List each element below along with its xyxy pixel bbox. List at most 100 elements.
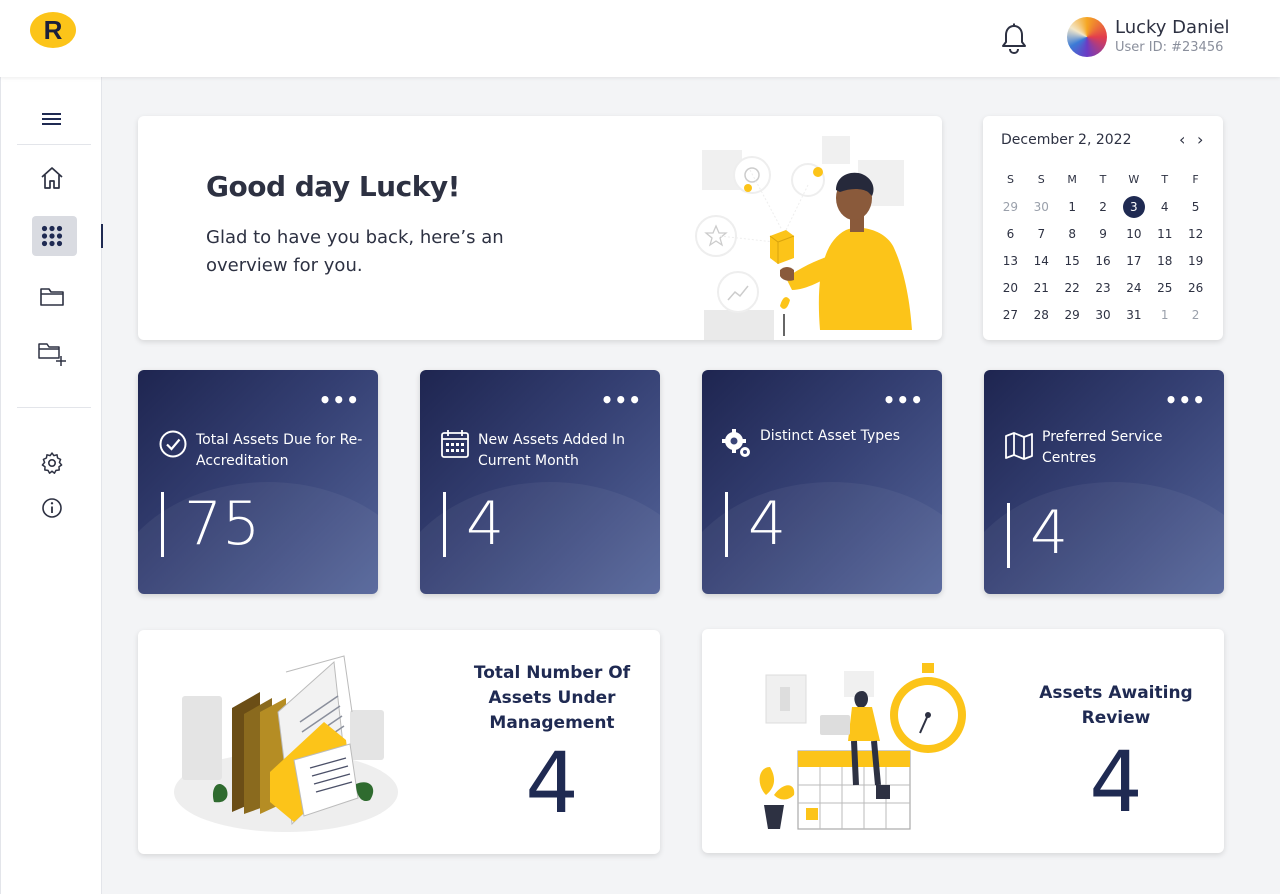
- calendar-day[interactable]: 24: [1118, 281, 1149, 295]
- calendar-day[interactable]: 12: [1180, 227, 1211, 241]
- card-background-shape: [702, 482, 942, 594]
- calendar-day[interactable]: 2: [1088, 200, 1119, 214]
- calendar-week: 27 28 29 30 31 1 2: [995, 301, 1211, 328]
- user-name[interactable]: Lucky Daniel: [1115, 17, 1230, 38]
- calendar-week: 13 14 15 16 17 18 19: [995, 247, 1211, 274]
- info-icon: [42, 498, 62, 518]
- calendar-next-button[interactable]: ›: [1197, 130, 1203, 149]
- calendar-day[interactable]: 22: [1057, 281, 1088, 295]
- calendar-day[interactable]: 30: [1088, 308, 1119, 322]
- gears-icon: [722, 429, 750, 457]
- calendar-day-number: 4: [1160, 199, 1169, 214]
- calendar-week: 29 30 1 2 3 4 5: [995, 193, 1211, 220]
- sidebar-item-dashboard[interactable]: [32, 216, 77, 256]
- weekday-label: M: [1067, 173, 1077, 186]
- sidebar-item-settings[interactable]: [1, 450, 103, 476]
- calendar-day[interactable]: 23: [1088, 281, 1119, 295]
- calendar-day[interactable]: 6: [995, 227, 1026, 241]
- calendar-day[interactable]: 2: [1180, 308, 1211, 322]
- calendar-day-number: 31: [1126, 307, 1142, 322]
- stat-divider: [1007, 503, 1010, 568]
- assets-awaiting-card: Assets Awaiting Review 4: [702, 629, 1224, 853]
- calendar-day[interactable]: 27: [995, 308, 1026, 322]
- calendar-day[interactable]: 16: [1088, 254, 1119, 268]
- calendar-day[interactable]: 29: [1057, 308, 1088, 322]
- more-options-icon[interactable]: •••: [1165, 388, 1206, 412]
- stat-card[interactable]: ••• Preferred Service Centres 4: [984, 370, 1224, 594]
- calendar-day-number: 25: [1157, 280, 1173, 295]
- stat-card[interactable]: ••• New Assets Added In Current Month 4: [420, 370, 660, 594]
- weekday-label: S: [1037, 173, 1045, 186]
- stat-label: New Assets Added In Current Month: [478, 432, 626, 469]
- calendar-day[interactable]: 13: [995, 254, 1026, 268]
- folder-icon: [40, 288, 64, 306]
- calendar-day-number: 2: [1099, 199, 1107, 214]
- sidebar-item-add-folder[interactable]: [1, 339, 103, 369]
- sidebar-divider: [17, 144, 91, 145]
- calendar-week: 20 21 22 23 24 25 26: [995, 274, 1211, 301]
- calendar-day[interactable]: 4: [1149, 200, 1180, 214]
- sidebar-item-info[interactable]: [1, 496, 103, 520]
- calendar-day[interactable]: 17: [1118, 254, 1149, 268]
- sidebar-item-folder[interactable]: [1, 282, 103, 310]
- calendar-day-number: 2: [1191, 307, 1200, 322]
- weekday-label: S: [1006, 173, 1014, 186]
- calendar-day[interactable]: 31: [1118, 308, 1149, 322]
- calendar-day[interactable]: 5: [1180, 200, 1211, 214]
- calendar-day[interactable]: 26: [1180, 281, 1211, 295]
- calendar-day-number: 30: [1033, 199, 1049, 214]
- stat-divider: [443, 492, 446, 557]
- calendar-day[interactable]: 1: [1149, 308, 1180, 322]
- calendar-day-number: 18: [1157, 253, 1173, 268]
- menu-toggle[interactable]: [1, 107, 103, 131]
- calendar-month-label: December 2, 2022: [1001, 132, 1132, 148]
- map-icon: [1005, 432, 1033, 460]
- sidebar-item-home[interactable]: [1, 163, 103, 193]
- more-options-icon[interactable]: •••: [601, 388, 642, 412]
- calendar-icon: [441, 430, 469, 458]
- home-icon: [41, 167, 63, 189]
- calendar-day[interactable]: 1: [1057, 200, 1088, 214]
- calendar-day[interactable]: 21: [1026, 281, 1057, 295]
- calendar-day[interactable]: 10: [1118, 227, 1149, 241]
- folder-add-icon: [38, 343, 66, 366]
- logo-letter: R: [43, 14, 63, 45]
- calendar-day[interactable]: 11: [1149, 227, 1180, 241]
- stat-divider: [725, 492, 728, 557]
- greeting-subtitle: Glad to have you back, here’s an overvie…: [206, 227, 504, 276]
- calendar-day[interactable]: 15: [1057, 254, 1088, 268]
- user-avatar[interactable]: [1067, 17, 1107, 57]
- calendar-day-number: 9: [1099, 226, 1107, 241]
- calendar-day-number: 1: [1068, 199, 1076, 214]
- more-options-icon[interactable]: •••: [883, 388, 924, 412]
- stat-card[interactable]: ••• Distinct Asset Types 4: [702, 370, 942, 594]
- calendar-day[interactable]: 28: [1026, 308, 1057, 322]
- weekday-label: T: [1161, 173, 1169, 186]
- calendar-day-number: 23: [1095, 280, 1111, 295]
- calendar-day[interactable]: 9: [1088, 227, 1119, 241]
- notification-bell-icon[interactable]: [998, 22, 1030, 56]
- calendar-prev-button[interactable]: ‹: [1179, 130, 1185, 149]
- calendar-day[interactable]: 30: [1026, 200, 1057, 214]
- calendar-day[interactable]: 25: [1149, 281, 1180, 295]
- calendar-day[interactable]: 29: [995, 200, 1026, 214]
- review-illustration: [759, 663, 966, 830]
- calendar-day-number: 11: [1157, 226, 1173, 241]
- more-options-icon[interactable]: •••: [319, 388, 360, 412]
- calendar-week: 6 7 8 9 10 11 12: [995, 220, 1211, 247]
- calendar-day-number: 13: [1002, 253, 1019, 268]
- stat-card[interactable]: ••• Total Assets Due for Re-Accreditation…: [138, 370, 378, 594]
- calendar-day[interactable]: 14: [1026, 254, 1057, 268]
- app-logo[interactable]: R: [30, 12, 76, 48]
- stat-divider: [161, 492, 164, 557]
- calendar-day[interactable]: 18: [1149, 254, 1180, 268]
- calendar-day[interactable]: 8: [1057, 227, 1088, 241]
- calendar-day-selected[interactable]: 3: [1118, 195, 1149, 218]
- calendar-day-number: 29: [1002, 199, 1019, 214]
- calendar-day[interactable]: 7: [1026, 227, 1057, 241]
- calendar-day[interactable]: 19: [1180, 254, 1211, 268]
- calendar-day-number: 17: [1126, 253, 1142, 268]
- calendar-day[interactable]: 20: [995, 281, 1026, 295]
- calendar-day-number: 21: [1033, 280, 1049, 295]
- weekday-label: T: [1099, 173, 1107, 186]
